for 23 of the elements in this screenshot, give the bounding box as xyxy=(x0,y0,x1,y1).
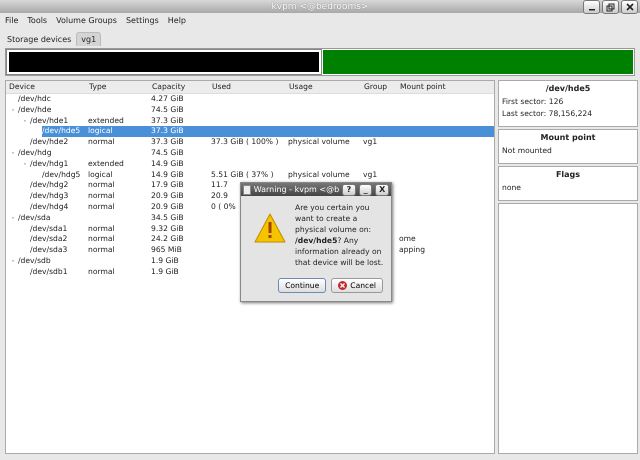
menu-item[interactable]: Volume Groups xyxy=(56,16,117,25)
close-button[interactable] xyxy=(621,0,638,14)
minimize-button[interactable] xyxy=(583,0,600,14)
menu-item[interactable]: File xyxy=(5,16,18,25)
partition-segment[interactable] xyxy=(7,50,321,74)
title-bar-button[interactable]: _ xyxy=(358,184,372,196)
menu-item[interactable]: Settings xyxy=(126,16,159,25)
menu-item[interactable]: Help xyxy=(168,16,186,25)
dialog-title: Warning - kvpm <@b xyxy=(254,185,340,194)
tab[interactable]: vg1 xyxy=(76,32,102,46)
panel-title: Flags xyxy=(554,170,582,179)
document-icon xyxy=(243,184,251,194)
cancel-icon xyxy=(338,281,348,290)
title-bar-button[interactable]: ? xyxy=(342,184,356,196)
restore-icon xyxy=(606,2,615,12)
restore-button[interactable] xyxy=(602,0,619,14)
warning-icon xyxy=(253,212,287,244)
panel-title: /dev/hde5 xyxy=(544,84,592,93)
close-icon xyxy=(626,3,634,11)
title-bar-button[interactable]: X xyxy=(375,184,389,196)
panel-title: Mount point xyxy=(540,133,596,142)
window-title: kvpm <@bedrooms> xyxy=(272,2,368,12)
menu-item[interactable]: Tools xyxy=(27,16,48,25)
